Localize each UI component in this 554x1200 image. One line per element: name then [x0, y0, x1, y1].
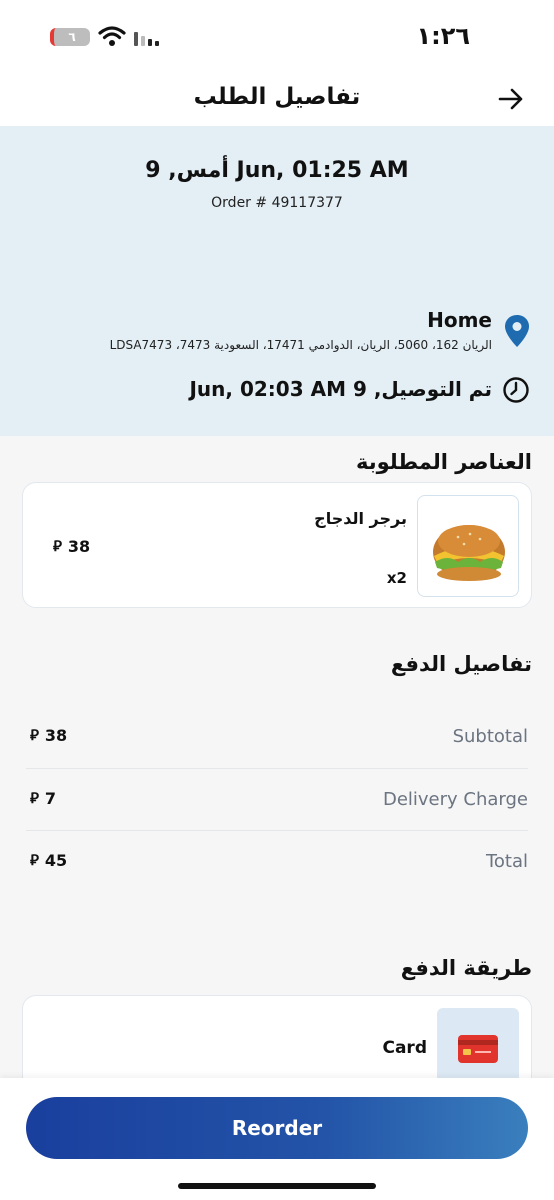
battery-level: ٦: [68, 30, 76, 44]
address-label: Home: [427, 308, 492, 332]
riyal-symbol: ⃁: [30, 726, 39, 744]
riyal-symbol: ⃁: [53, 537, 62, 555]
nav-bar: تفاصيل الطلب: [0, 70, 554, 126]
address-text: الريان 162، 5060، الريان، الدوادمي 17471…: [109, 338, 492, 352]
burger-image: [417, 495, 519, 597]
items-section-title: العناصر المطلوبة: [355, 450, 532, 474]
total-amount: 45: [44, 851, 68, 870]
item-quantity: x2: [386, 569, 407, 587]
riyal-symbol: ⃁: [30, 851, 39, 869]
signal-icon: [134, 28, 159, 46]
riyal-symbol: ⃁: [30, 789, 39, 807]
wavy-edge-divider: [0, 418, 554, 430]
subtotal-value: ⃁ 38: [30, 726, 67, 745]
payment-details-title: تفاصيل الدفع: [390, 652, 532, 676]
delivery-status: تم التوصيل, 9 Jun, 02:03 AM: [189, 377, 492, 401]
reorder-button[interactable]: Reorder: [26, 1097, 528, 1159]
delivery-charge-value: ⃁ 7: [30, 789, 56, 808]
item-name: برجر الدجاج: [314, 509, 407, 528]
battery-icon: ٦: [50, 28, 90, 46]
status-bar: ٦ ١:٢٦: [0, 0, 554, 70]
order-date: أمس, 9 Jun, 01:25 AM: [145, 158, 409, 183]
total-value: ⃁ 45: [30, 851, 67, 870]
delivery-charge-row: Delivery Charge ⃁ 7: [26, 768, 528, 830]
item-price-value: 38: [67, 537, 91, 556]
order-item-card[interactable]: برجر الدجاج x2 ⃁ 38: [22, 482, 532, 608]
subtotal-label: Subtotal: [452, 726, 528, 747]
subtotal-amount: 38: [44, 726, 68, 745]
delivery-charge-amount: 7: [44, 789, 57, 808]
location-pin-icon: [505, 315, 529, 347]
home-indicator[interactable]: [178, 1183, 376, 1189]
payment-method-label: Card: [382, 1038, 427, 1058]
total-row: Total ⃁ 45: [26, 830, 528, 892]
wifi-icon: [98, 26, 126, 46]
payment-method-title: طريقة الدفع: [400, 956, 532, 980]
clock-icon: [503, 377, 529, 403]
page-title: تفاصيل الطلب: [193, 84, 361, 110]
total-label: Total: [485, 851, 528, 872]
arrow-right-icon[interactable]: [496, 84, 526, 114]
delivery-charge-label: Delivery Charge: [382, 789, 528, 810]
subtotal-row: Subtotal ⃁ 38: [26, 706, 528, 768]
status-time: ١:٢٦: [416, 22, 470, 50]
order-number: Order # 49117377: [211, 195, 343, 211]
item-price: ⃁ 38: [53, 537, 90, 556]
